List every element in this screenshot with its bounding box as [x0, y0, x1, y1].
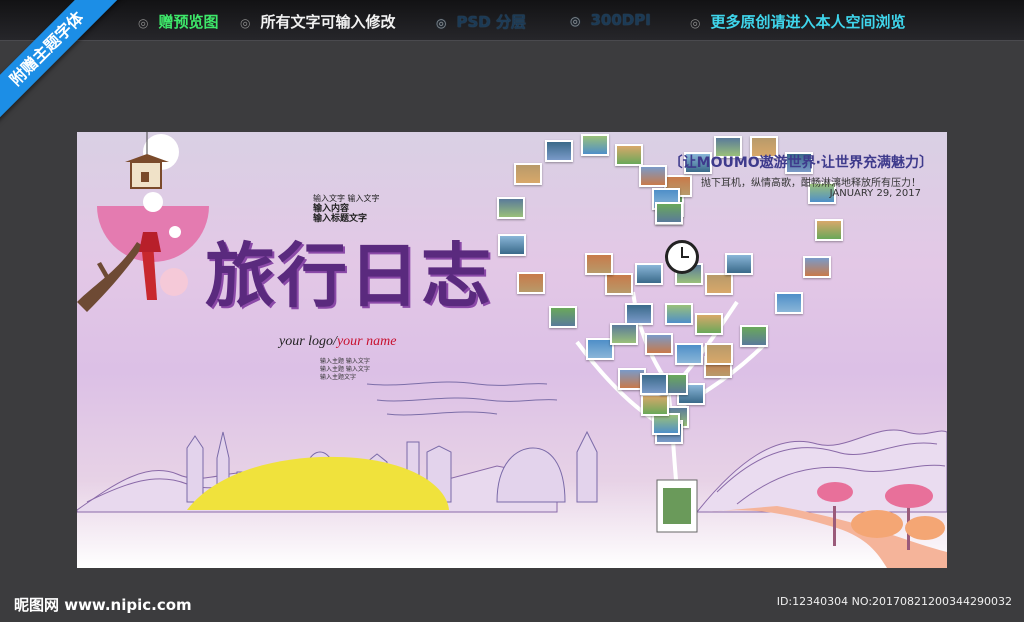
clock-icon: [665, 240, 699, 274]
photo-tile: [654, 201, 683, 224]
path: [707, 506, 947, 568]
bullet-icon: ◎: [690, 16, 701, 30]
editable-note-label: 所有文字可输入修改: [260, 13, 396, 31]
photo-tile: [725, 253, 753, 275]
poster: 〔让MOUMO遨游世界·让世界充满魅力〕 抛下耳机，纵情高歌，酣畅淋漓地释放所有…: [77, 132, 947, 568]
bullet-icon: ◎: [138, 16, 149, 30]
photo-tile: [581, 133, 610, 156]
logo-line: your logo/your name: [279, 334, 396, 350]
photo-tile: [496, 196, 525, 219]
photo-tile: [775, 292, 804, 315]
photo-tile: [652, 412, 681, 435]
more-note: ◎ 更多原创请进入本人空间浏览: [690, 11, 906, 32]
photo-tile: [638, 165, 667, 188]
more-note-label: 更多原创请进入本人空间浏览: [710, 13, 906, 31]
site-watermark: 昵图网 www.nipic.com: [14, 596, 192, 614]
psd-note-label: PSD 分层: [456, 13, 526, 31]
photo-tile: [610, 323, 638, 345]
photo-tile: [635, 263, 663, 285]
bullet-icon: ◎: [436, 16, 447, 30]
sub-note: 输入主题文字: [320, 374, 357, 381]
photo-tile: [625, 303, 653, 325]
photo-tile: [814, 218, 843, 241]
top-banner: ◎ 赠预览图 ◎ 所有文字可输入修改 ◎ PSD 分层 ◎ 300DPI ◎ 更多原创请进…: [0, 0, 1024, 41]
photo-tile: [517, 271, 546, 294]
photo-tile: [585, 253, 613, 275]
photo-tile: [513, 163, 542, 186]
photo-tile: [614, 143, 643, 166]
photo-tile: [665, 303, 693, 325]
subline: 抛下耳机，纵情高歌，酣畅淋漓地释放所有压力！: [701, 178, 921, 189]
dpi-note: ◎ 300DPI: [570, 11, 651, 29]
photo-tile: [498, 234, 526, 257]
poster-title: 旅行日志: [205, 234, 493, 317]
psd-note: ◎ PSD 分层: [436, 11, 526, 32]
date-text: JANUARY 29, 2017: [829, 188, 921, 199]
dpi-note-label: 300DPI: [590, 11, 651, 29]
photo-tile: [641, 393, 670, 416]
photo-tile: [705, 273, 733, 295]
photo-tile: [605, 273, 633, 295]
photo-tile: [739, 325, 768, 348]
photo-tile: [695, 313, 723, 335]
name-text: your name: [336, 334, 397, 349]
photo-tile: [802, 256, 831, 279]
bullet-icon: ◎: [570, 14, 581, 28]
sub-note: 输入主题 输入文字: [320, 358, 370, 365]
photo-tile: [645, 333, 673, 355]
watermark-bar: 昵图网 www.nipic.com ID:12340304 NO:2017082…: [0, 586, 1024, 622]
photo-tile: [544, 140, 573, 163]
sub-notes: 输入主题 输入文字 输入主题 输入文字 输入主题文字: [320, 358, 370, 382]
title-note: 输入内容: [313, 204, 350, 214]
image-id: ID:12340304 NO:20170821200344290032: [776, 595, 1012, 608]
title-note: 输入文字 输入文字: [313, 194, 380, 203]
sub-note: 输入主题 输入文字: [320, 366, 370, 373]
bullet-icon: ◎: [240, 16, 251, 30]
photo-tile: [549, 306, 578, 329]
logo-text: your logo/: [279, 334, 337, 349]
preview-note-label: 赠预览图: [158, 13, 219, 31]
photo-tile: [705, 343, 733, 365]
editable-note: ◎ 所有文字可输入修改: [240, 11, 396, 32]
photo-tile: [640, 373, 668, 395]
branch: [77, 242, 143, 312]
photo-tile: [675, 343, 703, 365]
slogan: 〔让MOUMO遨游世界·让世界充满魅力〕: [668, 155, 933, 171]
preview-note: ◎ 赠预览图: [138, 11, 219, 32]
